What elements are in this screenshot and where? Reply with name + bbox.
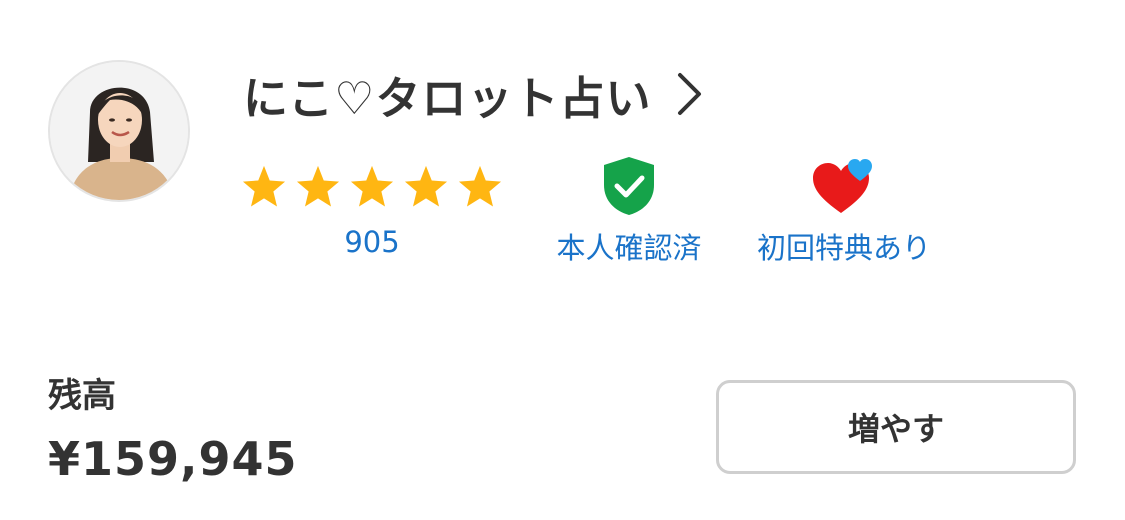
balance-value: ¥159,945 [48, 432, 298, 486]
first-time-benefit-badge[interactable]: 初回特典あり [749, 155, 939, 267]
hearts-icon [813, 159, 872, 213]
star-icon [296, 165, 340, 207]
verified-label: 本人確認済 [556, 231, 702, 265]
balance-label: 残高 [48, 376, 116, 416]
star-icon [242, 165, 286, 207]
star-rating [241, 155, 503, 217]
star-icon [404, 165, 448, 207]
verified-badge[interactable]: 本人確認済 [543, 155, 715, 267]
profile-name: にこ♡タロット占い [243, 71, 652, 125]
chevron-right-icon [677, 72, 703, 116]
profile-name-link[interactable]: にこ♡タロット占い [243, 62, 703, 126]
first-time-benefit-label: 初回特典あり [756, 231, 931, 265]
star-icon [458, 165, 502, 207]
star-icon [350, 165, 394, 207]
add-balance-button[interactable]: 増やす [716, 380, 1076, 474]
review-count[interactable]: 905 [344, 225, 399, 259]
rating-badge[interactable]: 905 [241, 155, 503, 259]
shield-check-icon [604, 157, 654, 215]
avatar[interactable] [48, 60, 190, 202]
avatar-photo [50, 62, 188, 200]
